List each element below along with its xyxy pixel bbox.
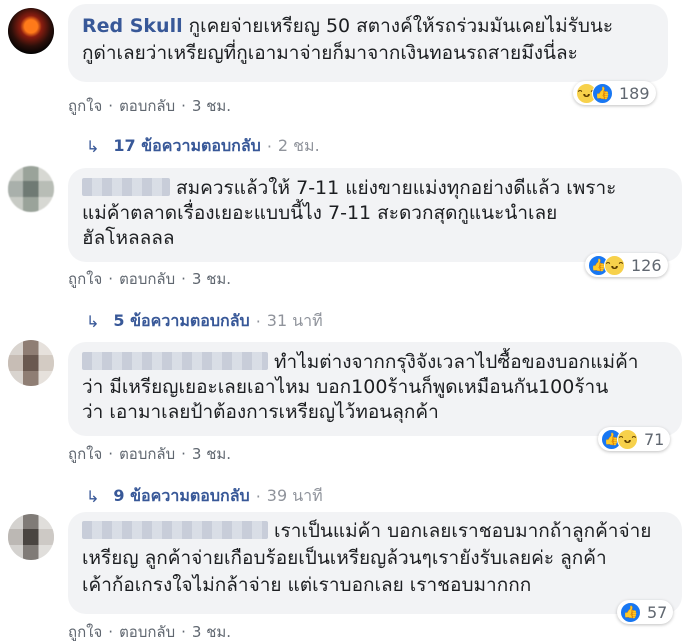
reply-link[interactable]: ตอบกลับ	[119, 267, 175, 291]
separator: ·	[181, 445, 186, 463]
comment-time[interactable]: 3 ชม.	[192, 442, 231, 466]
comment-actions: ถูกใจ · ตอบกลับ · 3 ชม.	[68, 620, 231, 644]
separator: ·	[255, 487, 261, 506]
separator: ·	[108, 445, 114, 463]
comment-bubble: Red Skull กูเคยจ่ายเหรียญ 50 สตางค์ให้รถร…	[68, 4, 668, 82]
reaction-count: 126	[631, 255, 662, 275]
comment-text: เหรียญ ลูกค้าจ่ายเกือบร้อยเป็นเหรียญล้วน…	[82, 547, 607, 569]
replies-time: 2 ชม.	[277, 136, 320, 155]
reply-arrow-icon: ↳	[86, 487, 100, 506]
replies-time: 31 นาที	[266, 311, 323, 330]
comment-time[interactable]: 3 ชม.	[192, 267, 231, 291]
haha-reaction-icon: ᵔᴗᵔ	[604, 254, 625, 276]
comment-author[interactable]: Red Skull	[82, 15, 183, 37]
avatar[interactable]	[8, 8, 54, 54]
reply-link[interactable]: ตอบกลับ	[119, 442, 175, 466]
view-replies[interactable]: ↳ 9 ข้อความตอบกลับ · 39 นาที	[86, 484, 323, 509]
separator: ·	[266, 137, 272, 156]
reaction-count: 71	[644, 429, 665, 449]
comment-bubble: สมควรแล้วให้ 7-11 แย่งขายแม่งทุกอย่างดีแ…	[68, 168, 682, 262]
comment-actions: ถูกใจ · ตอบกลับ · 3 ชม.	[68, 267, 231, 291]
redacted-author-name[interactable]	[82, 521, 268, 539]
separator: ·	[108, 97, 114, 115]
comment-time[interactable]: 3 ชม.	[192, 620, 231, 644]
like-link[interactable]: ถูกใจ	[68, 94, 102, 118]
reaction-count: 57	[647, 602, 668, 622]
comment-text: เราเป็นแม่ค้า บอกเลยเราชอบมากถ้าลูกค้าจ่…	[274, 520, 652, 542]
separator: ·	[108, 270, 114, 288]
reaction-summary[interactable]: 👍 57	[617, 600, 674, 624]
separator: ·	[108, 623, 114, 641]
comment-text: แม่ค้าตลาดเรื่องเยอะแบบนี้ไง 7-11 สะดวกส…	[82, 202, 558, 224]
view-replies[interactable]: ↳ 17 ข้อความตอบกลับ · 2 ชม.	[86, 134, 320, 159]
haha-reaction-icon: ᵔᴗᵔ	[617, 428, 638, 450]
comment-text: ทำไมต่างจากกรุงิจังเวลาไปซื้อของบอกแม่ค้…	[274, 351, 639, 373]
comment-actions: ถูกใจ · ตอบกลับ · 3 ชม.	[68, 94, 231, 118]
comment-actions: ถูกใจ · ตอบกลับ · 3 ชม.	[68, 442, 231, 466]
like-link[interactable]: ถูกใจ	[68, 267, 102, 291]
reply-arrow-icon: ↳	[86, 137, 100, 156]
avatar[interactable]	[8, 514, 54, 560]
comment-text: ว่า เอามาเลยป้าต้องการเหรียญไว้ทอนลุกค้า	[82, 401, 439, 423]
like-link[interactable]: ถูกใจ	[68, 442, 102, 466]
replies-count-link[interactable]: 5 ข้อความตอบกลับ	[113, 309, 249, 334]
comment-text: กูด่าเลยว่าเหรียญที่กูเอามาจ่ายก็มาจากเง…	[82, 42, 578, 64]
reaction-summary[interactable]: ᵔᴗᵔ 👍 189	[573, 81, 656, 105]
comment-time[interactable]: 3 ชม.	[192, 94, 231, 118]
avatar[interactable]	[8, 166, 54, 212]
replies-time: 39 นาที	[266, 486, 323, 505]
reaction-summary[interactable]: 👍 ᵔᴗᵔ 71	[598, 427, 671, 451]
like-link[interactable]: ถูกใจ	[68, 620, 102, 644]
redacted-author-name[interactable]	[82, 352, 268, 370]
replies-count-link[interactable]: 17 ข้อความตอบกลับ	[113, 134, 260, 159]
comment-bubble: ทำไมต่างจากกรุงิจังเวลาไปซื้อของบอกแม่ค้…	[68, 342, 682, 436]
reaction-summary[interactable]: 👍 ᵔᴗᵔ 126	[585, 253, 668, 277]
comment-text: กูเคยจ่ายเหรียญ 50 สตางค์ให้รถร่วมมันเคย…	[188, 15, 614, 37]
comment-text: สมควรแล้วให้ 7-11 แย่งขายแม่งทุกอย่างดีแ…	[176, 177, 617, 199]
redacted-author-name[interactable]	[82, 178, 170, 196]
reaction-count: 189	[619, 83, 650, 103]
separator: ·	[181, 97, 186, 115]
like-reaction-icon: 👍	[592, 82, 613, 104]
separator: ·	[181, 623, 186, 641]
replies-count-link[interactable]: 9 ข้อความตอบกลับ	[113, 484, 249, 509]
separator: ·	[181, 270, 186, 288]
comment-bubble: เราเป็นแม่ค้า บอกเลยเราชอบมากถ้าลูกค้าจ่…	[68, 512, 682, 614]
avatar[interactable]	[8, 340, 54, 386]
reply-arrow-icon: ↳	[86, 312, 100, 331]
comment-text: ฮัลโหลลลล	[82, 227, 175, 249]
reply-link[interactable]: ตอบกลับ	[119, 94, 175, 118]
like-reaction-icon: 👍	[620, 601, 641, 623]
comment-text: ว่า มีเหรียญเยอะเลยเอาไหม บอก100ร้านก็พู…	[82, 376, 609, 398]
view-replies[interactable]: ↳ 5 ข้อความตอบกลับ · 31 นาที	[86, 309, 323, 334]
separator: ·	[255, 312, 261, 331]
reply-link[interactable]: ตอบกลับ	[119, 620, 175, 644]
comment-text: เค้าก้อเกรงใจไม่กล้าจ่าย แต่เราบอกเลย เร…	[82, 574, 532, 596]
